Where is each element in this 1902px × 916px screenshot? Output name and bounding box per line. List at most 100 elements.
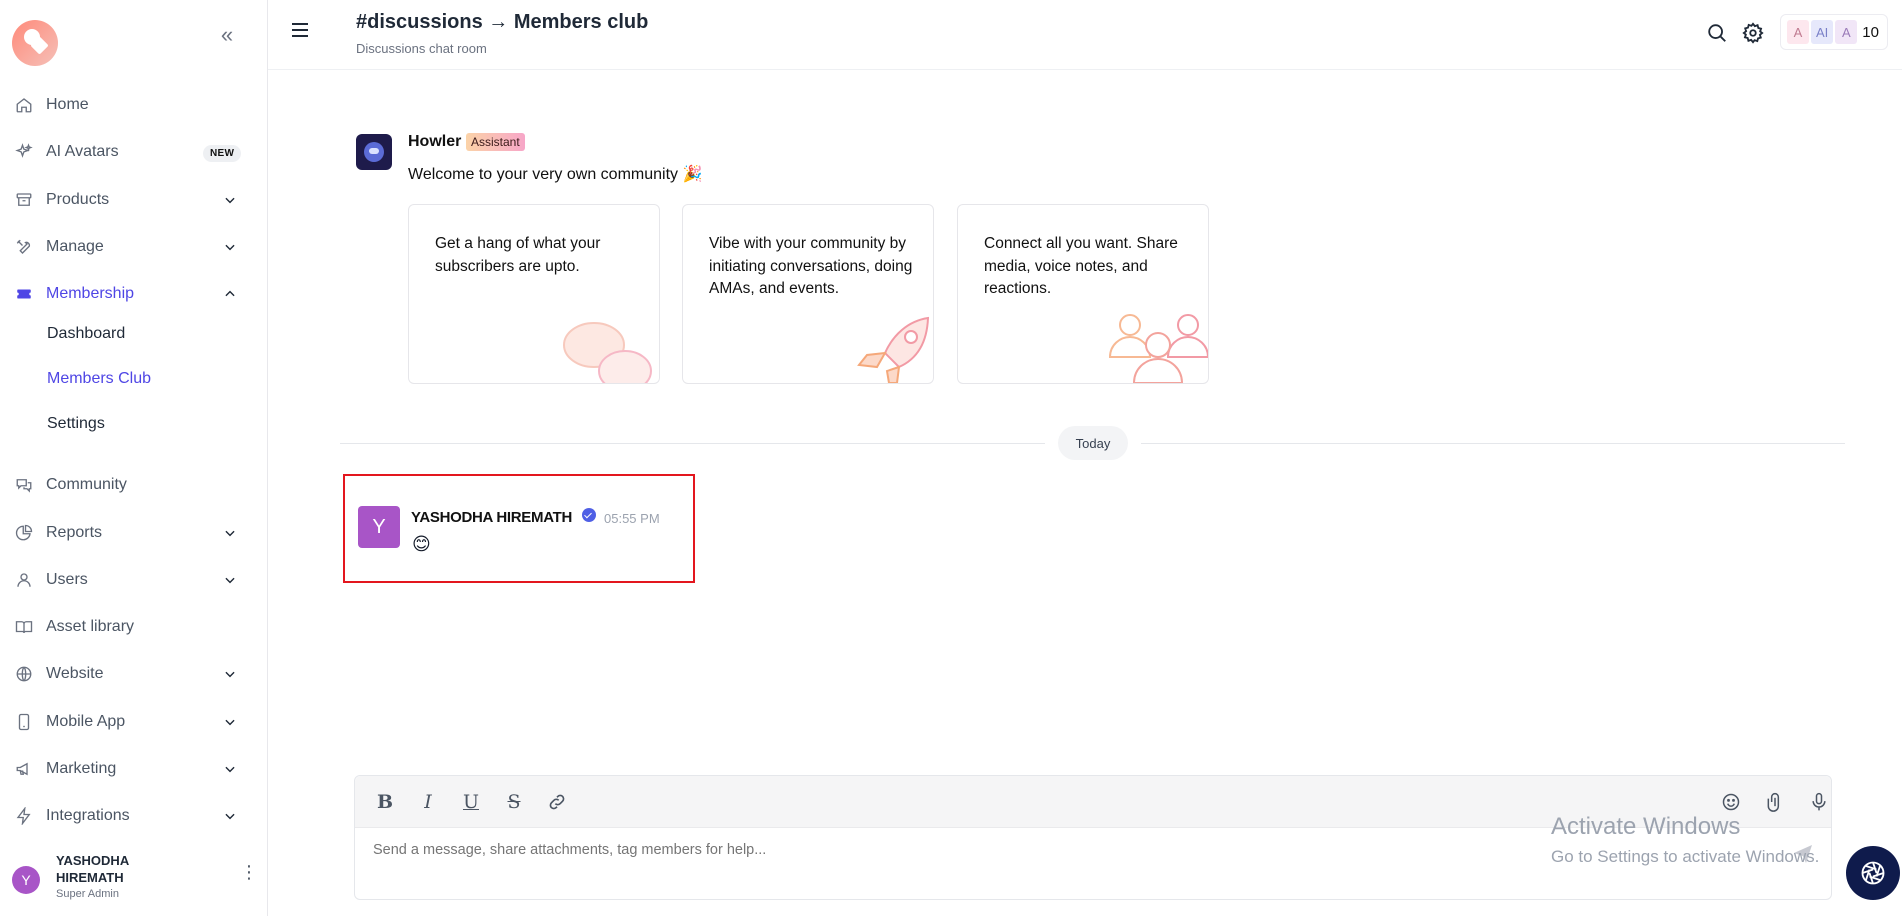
chevron-down-icon	[220, 523, 240, 543]
page-subtitle: Discussions chat room	[356, 41, 487, 56]
sidebar-item-membership[interactable]: Membership	[0, 274, 268, 314]
sidebar-item-label: Membership	[46, 285, 135, 302]
credits-widget[interactable]: A AI A 10	[1780, 14, 1888, 50]
feature-card: Get a hang of what your subscribers are …	[408, 204, 660, 384]
globe-icon	[14, 664, 34, 684]
avatar[interactable]: Y	[358, 506, 400, 548]
sidebar-item-label: Integrations	[46, 807, 130, 824]
os-activation-watermark: Activate Windows Go to Settings to activ…	[1551, 813, 1819, 867]
sidebar-item-label: Community	[46, 476, 127, 493]
microphone-icon[interactable]	[1807, 790, 1831, 814]
assistant-name: Howler	[408, 133, 462, 150]
bolt-icon	[14, 806, 34, 826]
sidebar-item-asset-library[interactable]: Asset library	[0, 607, 268, 647]
chevron-down-icon	[220, 570, 240, 590]
credit-chip: A	[1787, 20, 1809, 44]
help-button[interactable]	[1846, 846, 1900, 900]
sidebar-item-users[interactable]: Users	[0, 560, 268, 600]
italic-button[interactable]: I	[416, 790, 440, 814]
sidebar-subitem-settings[interactable]: Settings	[47, 415, 105, 433]
search-icon[interactable]	[1706, 22, 1728, 44]
assistant-badge: Assistant	[466, 133, 525, 151]
chat-bubbles-icon	[14, 475, 34, 495]
megaphone-icon	[14, 759, 34, 779]
rocket-illustration-icon	[857, 316, 930, 383]
aperture-icon	[1861, 861, 1885, 885]
paperclip-icon[interactable]	[1763, 790, 1787, 814]
strikethrough-button[interactable]: S	[502, 790, 526, 814]
chevron-down-icon	[220, 664, 240, 684]
watermark-title: Activate Windows	[1551, 813, 1741, 840]
sparkles-icon	[14, 142, 34, 162]
user-role: Super Admin	[56, 888, 119, 900]
avatar: Y	[12, 866, 40, 894]
feature-card: Connect all you want. Share media, voice…	[957, 204, 1209, 384]
sidebar-item-integrations[interactable]: Integrations	[0, 796, 268, 836]
sidebar-item-label: Mobile App	[46, 713, 126, 730]
user-name: YASHODHA HIREMATH	[56, 853, 129, 885]
sidebar-item-manage[interactable]: Manage	[0, 227, 268, 267]
date-divider: Today	[1058, 426, 1128, 460]
app-logo[interactable]	[12, 20, 58, 66]
chevron-down-icon	[220, 806, 240, 826]
link-icon[interactable]	[545, 790, 569, 814]
people-illustration-icon	[1108, 314, 1208, 383]
sidebar-item-label: AI Avatars	[46, 143, 119, 160]
message-body: 😊	[412, 534, 431, 554]
sidebar-item-label: Home	[46, 96, 89, 113]
sidebar-item-website[interactable]: Website	[0, 654, 268, 694]
gear-icon[interactable]	[1742, 22, 1764, 44]
underline-button[interactable]: U	[459, 790, 483, 814]
chevron-down-icon	[220, 237, 240, 257]
ticket-icon	[14, 284, 34, 304]
current-user[interactable]: Y YASHODHA HIREMATH Super Admin ⋮	[12, 852, 262, 908]
feature-card-text: Connect all you want. Share media, voice…	[984, 235, 1178, 297]
message-input[interactable]	[373, 842, 1753, 858]
welcome-message: Welcome to your very own community 🎉	[408, 166, 703, 183]
chevron-down-icon	[220, 190, 240, 210]
sidebar-item-reports[interactable]: Reports	[0, 513, 268, 553]
sidebar-item-label: Website	[46, 665, 104, 682]
new-badge: NEW	[203, 145, 242, 162]
sidebar-item-home[interactable]: Home	[0, 85, 268, 125]
chevron-down-icon	[220, 759, 240, 779]
sidebar-subitem-members-club[interactable]: Members Club	[47, 370, 151, 388]
sidebar-item-label: Marketing	[46, 760, 117, 777]
bold-button[interactable]: B	[373, 790, 397, 814]
feature-card: Vibe with your community by initiating c…	[682, 204, 934, 384]
feature-card-text: Get a hang of what your subscribers are …	[435, 235, 601, 275]
more-vertical-icon[interactable]: ⋮	[240, 862, 258, 886]
sidebar-item-label: Users	[46, 571, 88, 588]
collapse-sidebar-icon[interactable]: «	[216, 24, 238, 48]
credit-count: 10	[1862, 23, 1879, 41]
feature-card-text: Vibe with your community by initiating c…	[709, 235, 913, 297]
message-author[interactable]: YASHODHA HIREMATH	[411, 509, 572, 526]
divider-line	[1141, 443, 1845, 444]
phone-icon	[14, 712, 34, 732]
credit-chip: A	[1835, 20, 1858, 44]
message-timestamp: 05:55 PM	[604, 511, 660, 526]
sidebar-item-community[interactable]: Community	[0, 465, 268, 505]
emoji-icon[interactable]	[1719, 790, 1743, 814]
user-icon	[14, 570, 34, 590]
page-header: #discussions → Members club Discussions …	[268, 0, 1902, 70]
tools-icon	[14, 237, 34, 257]
sidebar-item-mobile-app[interactable]: Mobile App	[0, 702, 268, 742]
chevron-down-icon	[220, 712, 240, 732]
home-icon	[14, 95, 34, 115]
sidebar-subitem-dashboard[interactable]: Dashboard	[47, 325, 125, 343]
book-open-icon	[14, 617, 34, 637]
sidebar-item-label: Asset library	[46, 618, 135, 635]
sidebar-item-label: Manage	[46, 238, 104, 255]
sidebar: « Home AI Avatars NEW Products Manage Me…	[0, 0, 268, 916]
watermark-subtitle: Go to Settings to activate Windows.	[1551, 847, 1820, 866]
chat-bubbles-illustration-icon	[563, 322, 652, 383]
verified-icon	[582, 508, 596, 522]
page-title: #discussions → Members club	[356, 11, 649, 33]
sidebar-item-marketing[interactable]: Marketing	[0, 749, 268, 789]
menu-icon[interactable]	[290, 20, 310, 40]
sidebar-item-label: Reports	[46, 524, 103, 541]
divider-line	[340, 443, 1045, 444]
sidebar-item-products[interactable]: Products	[0, 180, 268, 220]
chevron-up-icon	[220, 284, 240, 304]
